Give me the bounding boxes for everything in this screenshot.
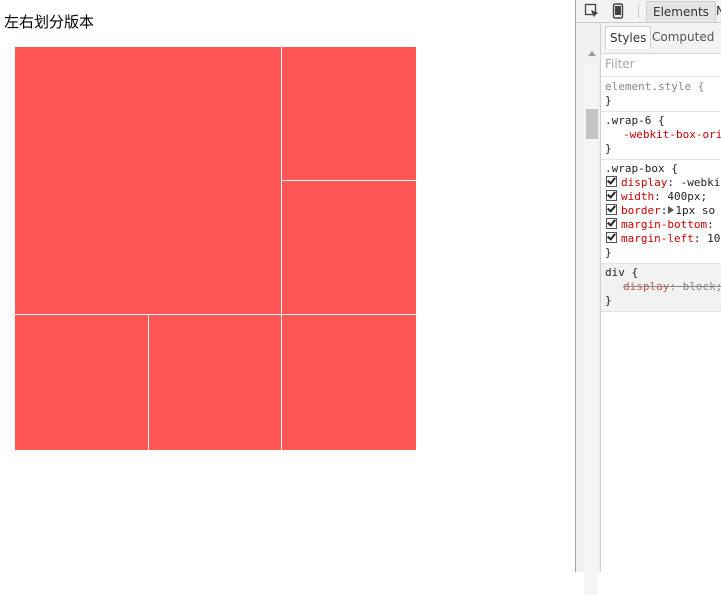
css-declaration[interactable]: width: 400px; bbox=[605, 190, 721, 204]
rule-close-brace: } bbox=[605, 246, 612, 259]
cell-large bbox=[15, 47, 281, 314]
declaration-checkbox[interactable] bbox=[606, 232, 617, 243]
css-declaration-overridden: display: block; bbox=[623, 280, 721, 293]
tab-elements[interactable]: Elements bbox=[646, 1, 716, 22]
css-declaration[interactable]: margin-left: 10 bbox=[605, 232, 721, 246]
css-property: width bbox=[621, 190, 655, 203]
css-property: border bbox=[621, 204, 661, 217]
css-property: margin-left bbox=[621, 232, 694, 245]
page-title: 左右划分版本 bbox=[4, 13, 95, 31]
css-rules-list: element.style { } .wrap-6 { -webkit-box-… bbox=[601, 78, 721, 312]
styles-subtabs: Styles Computed bbox=[601, 23, 721, 54]
rule-wrap-box[interactable]: .wrap-box { display: -webki width: 400px… bbox=[601, 160, 721, 264]
rule-close-brace: } bbox=[605, 94, 612, 107]
rule-div-user-agent[interactable]: div { display: block; } bbox=[601, 264, 721, 312]
css-value[interactable]: -webki bbox=[681, 176, 721, 189]
css-property: display bbox=[621, 176, 668, 189]
tab-computed[interactable]: Computed bbox=[652, 26, 714, 48]
cell-right-top bbox=[282, 47, 416, 180]
css-property: margin-bottom bbox=[621, 218, 708, 231]
expand-triangle-icon[interactable] bbox=[668, 206, 675, 214]
css-declaration[interactable]: border: 1px so bbox=[605, 204, 721, 218]
css-value: block; bbox=[682, 280, 721, 293]
scrollbar-track[interactable] bbox=[584, 63, 598, 595]
css-declaration[interactable]: margin-bottom: bbox=[605, 218, 721, 232]
cell-right-middle bbox=[282, 181, 416, 314]
css-value[interactable]: 1px so bbox=[675, 204, 715, 217]
declaration-checkbox[interactable] bbox=[606, 176, 617, 187]
device-mode-icon[interactable] bbox=[612, 3, 624, 19]
rule-close-brace: } bbox=[605, 294, 612, 307]
scrollbar-thumb[interactable] bbox=[586, 109, 598, 139]
inspect-element-icon[interactable] bbox=[584, 3, 600, 19]
rule-selector: div { bbox=[605, 266, 639, 279]
scroll-up-arrow-icon[interactable] bbox=[588, 51, 596, 56]
rule-close-brace: } bbox=[605, 142, 612, 155]
rule-wrap-6[interactable]: .wrap-6 { -webkit-box-ori } bbox=[601, 112, 721, 160]
css-declaration[interactable]: -webkit-box-ori bbox=[605, 128, 721, 142]
rule-element-style[interactable]: element.style { } bbox=[601, 78, 721, 112]
dom-tree-pane[interactable] bbox=[576, 23, 601, 595]
rule-selector: .wrap-6 { bbox=[605, 114, 665, 127]
tab-network[interactable]: N bbox=[716, 1, 721, 21]
cell-bottom-left bbox=[15, 315, 148, 450]
declaration-checkbox[interactable] bbox=[606, 190, 617, 201]
toolbar-divider bbox=[638, 4, 639, 18]
css-property: -webkit-box-ori bbox=[623, 128, 721, 141]
rule-selector: element.style { bbox=[605, 80, 705, 93]
cell-bottom-middle bbox=[149, 315, 281, 450]
rule-selector: .wrap-box { bbox=[605, 162, 678, 175]
tab-styles[interactable]: Styles bbox=[605, 26, 652, 49]
devtools-toolbar: Elements N bbox=[576, 0, 721, 23]
css-value[interactable]: 10 bbox=[707, 232, 720, 245]
filter-separator bbox=[601, 76, 721, 77]
css-value[interactable]: 400px; bbox=[667, 190, 707, 203]
cell-bottom-right bbox=[282, 315, 416, 450]
styles-filter-input[interactable] bbox=[605, 56, 715, 72]
declaration-checkbox[interactable] bbox=[606, 218, 617, 229]
css-property: display bbox=[623, 280, 670, 293]
styles-pane: Styles Computed element.style { } .wrap-… bbox=[601, 23, 721, 572]
declaration-checkbox[interactable] bbox=[606, 204, 617, 215]
css-declaration[interactable]: display: -webki bbox=[605, 176, 721, 190]
devtools-panel: Elements N Styles Computed element.style… bbox=[575, 0, 721, 595]
